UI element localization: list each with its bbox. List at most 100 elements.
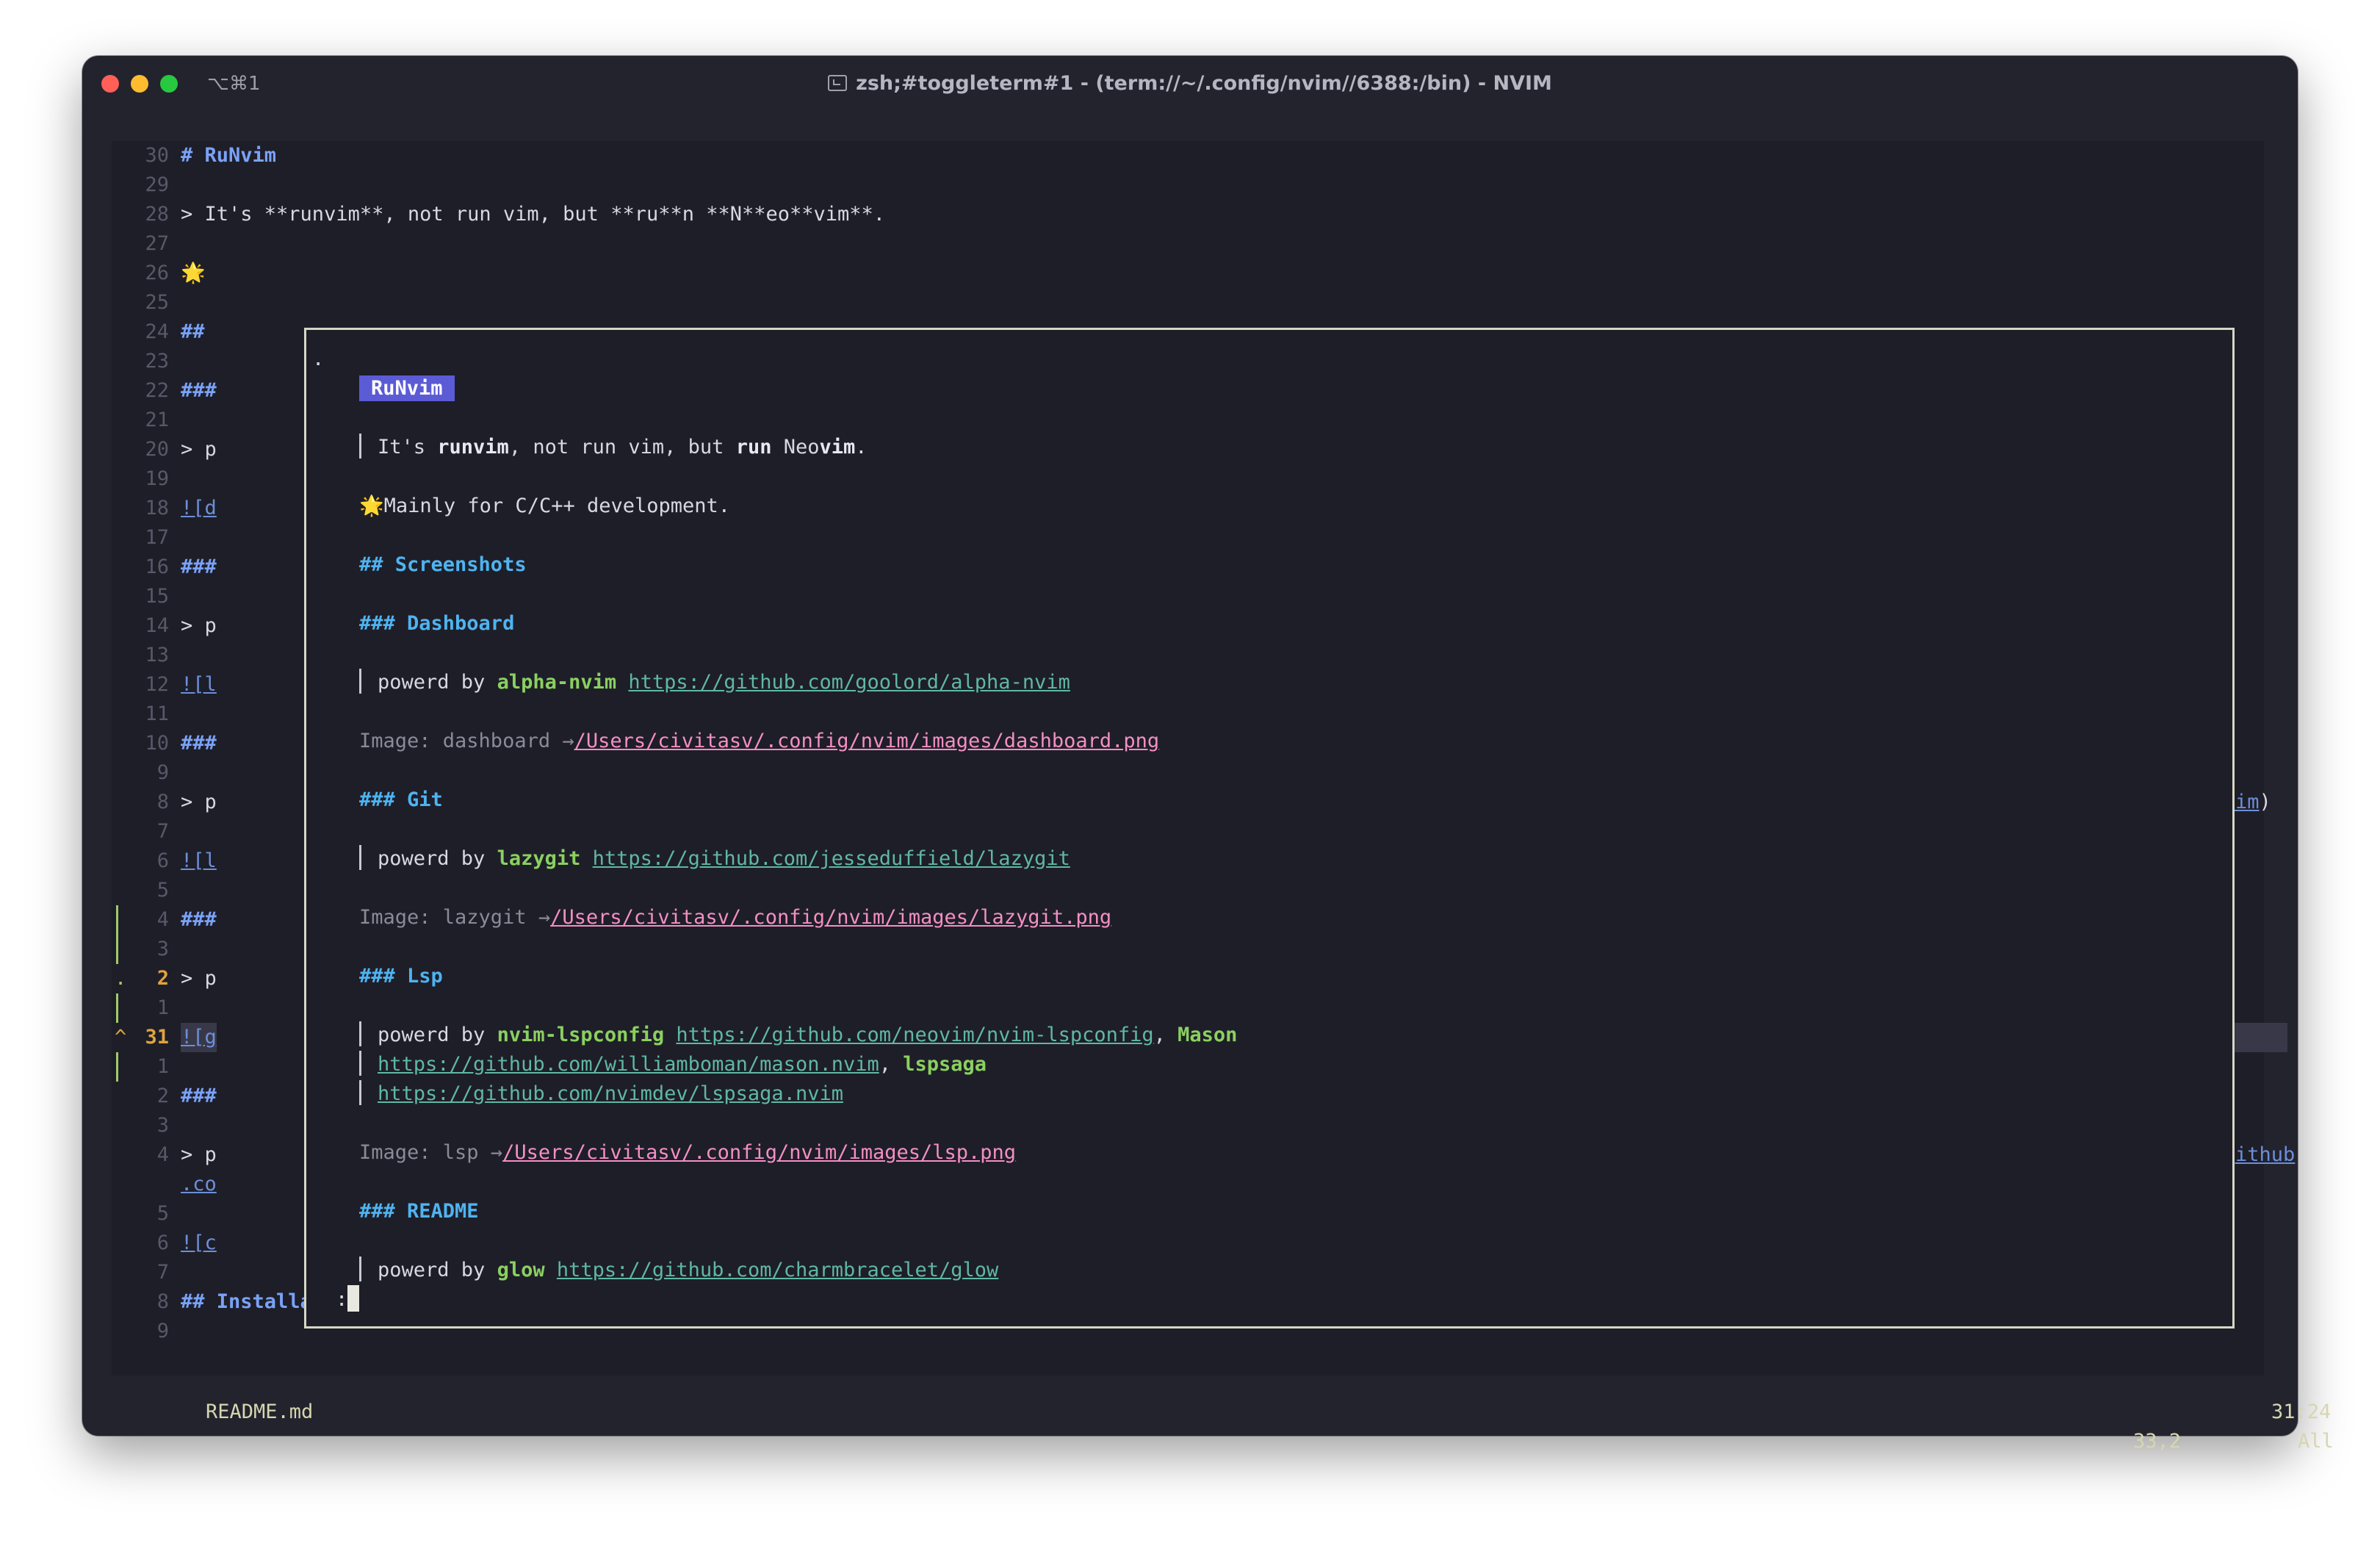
line-number: 9 bbox=[156, 1320, 169, 1342]
quote-segment: runvim bbox=[437, 436, 509, 459]
line-number: 16 bbox=[145, 556, 169, 578]
line-number: 26 bbox=[145, 262, 169, 284]
preview-heading: ## Screenshots bbox=[359, 550, 527, 580]
line-number: 17 bbox=[145, 526, 169, 549]
line-text: ### bbox=[181, 732, 217, 755]
blockquote-bar bbox=[359, 434, 361, 459]
preview-text: , bbox=[1153, 1024, 1178, 1046]
line-text: 🌟 bbox=[181, 262, 206, 284]
preview-text: powerd by bbox=[378, 1259, 497, 1281]
image-label: Image: lazygit → bbox=[359, 906, 551, 929]
preview-dot: . bbox=[312, 348, 325, 370]
line-text: > p bbox=[181, 791, 217, 813]
line-number: 9 bbox=[156, 761, 169, 784]
preview-heading: ### Lsp bbox=[359, 962, 443, 991]
line-number: 13 bbox=[145, 644, 169, 666]
line-number: 5 bbox=[156, 1202, 169, 1225]
preview-tagline: Mainly for C/C++ development. bbox=[383, 495, 731, 517]
line-text: > p bbox=[181, 438, 217, 461]
statusline-filename: README.md bbox=[206, 1401, 314, 1423]
ruler-scroll: All bbox=[2298, 1430, 2334, 1453]
preview-image: Image: dashboard →/Users/civitasv/.confi… bbox=[359, 727, 1159, 756]
ruler-position: 33,2 bbox=[2133, 1430, 2182, 1453]
link-alpha-nvim[interactable]: https://github.com/goolord/alpha-nvim bbox=[628, 671, 1070, 694]
line-number: 7 bbox=[156, 1261, 169, 1284]
quote-segment: , not run vim, but bbox=[508, 436, 736, 459]
line-number: 10 bbox=[145, 732, 169, 755]
git-change-bar bbox=[116, 905, 118, 935]
line-text: > It's **runvim**, not run vim, but **ru… bbox=[181, 200, 885, 229]
nvim-editor-area[interactable]: 30 # RuNvim 29 28 > It's **runvim**, not run… bbox=[82, 56, 2334, 1453]
line-number: 6 bbox=[156, 1232, 169, 1254]
line-number: 22 bbox=[145, 379, 169, 402]
link-lspconfig[interactable]: https://github.com/neovim/nvim-lspconfig bbox=[676, 1024, 1153, 1046]
git-sign-dot: . bbox=[115, 967, 127, 990]
line-number: 20 bbox=[145, 438, 169, 461]
blockquote-bar bbox=[359, 1051, 361, 1076]
preview-quote: powerd by nvim-lspconfig https://github.… bbox=[359, 1021, 1237, 1050]
line-number: 11 bbox=[145, 702, 169, 725]
line-text: ### bbox=[181, 908, 217, 931]
git-sign-current: ^ bbox=[115, 1026, 127, 1049]
line-number: 12 bbox=[145, 673, 169, 696]
preview-quote: powerd by lazygit https://github.com/jes… bbox=[359, 844, 1070, 874]
line-number: 7 bbox=[156, 820, 169, 843]
line-text: ### bbox=[181, 556, 217, 578]
line-number: 5 bbox=[156, 879, 169, 902]
line-number: 19 bbox=[145, 467, 169, 490]
blockquote-bar bbox=[359, 1021, 361, 1046]
link-lspsaga[interactable]: https://github.com/nvimdev/lspsaga.nvim bbox=[378, 1082, 843, 1105]
link-glow[interactable]: https://github.com/charmbracelet/glow bbox=[557, 1259, 998, 1281]
image-path-link[interactable]: /Users/civitasv/.config/nvim/images/lsp.… bbox=[502, 1141, 1016, 1164]
line-number: 3 bbox=[156, 938, 169, 960]
plugin-name: nvim-lspconfig bbox=[497, 1024, 665, 1046]
line-number: 1 bbox=[156, 996, 169, 1019]
plugin-name: lazygit bbox=[497, 847, 581, 870]
preview-text: powerd by bbox=[378, 671, 497, 694]
line-text: > p bbox=[181, 967, 217, 990]
line-number: 25 bbox=[145, 291, 169, 314]
preview-dot-line: . bbox=[312, 345, 324, 374]
plugin-name: Mason bbox=[1178, 1024, 1238, 1046]
line-text: ![c bbox=[181, 1232, 217, 1254]
line-number: 21 bbox=[145, 409, 169, 431]
line-text: ![l bbox=[181, 673, 217, 696]
line-number: 1 bbox=[156, 1055, 169, 1078]
heading-lsp: ### Lsp bbox=[359, 965, 443, 988]
line-text: ![l bbox=[181, 849, 217, 872]
line-text: ![g bbox=[181, 1023, 217, 1052]
line-number: 4 bbox=[156, 908, 169, 931]
markdown-preview-float[interactable]: . RuNvim It's runvim, not run vim, but run… bbox=[304, 328, 2235, 1329]
preview-text bbox=[545, 1259, 557, 1281]
line-number: 28 bbox=[145, 203, 169, 226]
image-path-link[interactable]: /Users/civitasv/.config/nvim/images/lazy… bbox=[550, 906, 1111, 929]
line-text: ### bbox=[181, 1085, 217, 1107]
link-mason[interactable]: https://github.com/williamboman/mason.nv… bbox=[378, 1053, 879, 1076]
quote-segment: It's bbox=[378, 436, 438, 459]
statusline-position: 31:24 bbox=[2271, 1401, 2332, 1423]
preview-quote: powerd by alpha-nvim https://github.com/… bbox=[359, 668, 1070, 697]
preview-quote: powerd by glow https://github.com/charmb… bbox=[359, 1256, 998, 1285]
preview-text: powerd by bbox=[378, 847, 497, 870]
blockquote-bar bbox=[359, 1080, 361, 1105]
pager-prompt-line: : bbox=[336, 1285, 360, 1315]
git-change-bar bbox=[116, 1052, 118, 1082]
plugin-name: lspsaga bbox=[903, 1053, 987, 1076]
quote-segment: Neo bbox=[771, 436, 820, 459]
link-lazygit[interactable]: https://github.com/jesseduffield/lazygit bbox=[593, 847, 1070, 870]
preview-quote: https://github.com/nvimdev/lspsaga.nvim bbox=[359, 1079, 843, 1109]
preview-text: , bbox=[879, 1053, 904, 1076]
line-number: 15 bbox=[145, 585, 169, 608]
preview-quote: It's runvim, not run vim, but run Neovim… bbox=[359, 433, 868, 462]
git-change-bar bbox=[116, 993, 118, 1023]
line-number: 14 bbox=[145, 614, 169, 637]
image-path-link[interactable]: /Users/civitasv/.config/nvim/images/dash… bbox=[574, 730, 1160, 752]
line-number: 2 bbox=[156, 1085, 169, 1107]
preview-heading: ### Dashboard bbox=[359, 609, 514, 639]
line-text: .co bbox=[181, 1173, 217, 1196]
blockquote-bar bbox=[359, 845, 361, 870]
preview-tagline-line: 🌟Mainly for C/C++ development. bbox=[359, 492, 730, 521]
pager-prompt: : bbox=[336, 1288, 348, 1311]
text-cursor bbox=[347, 1285, 360, 1312]
plugin-name: glow bbox=[497, 1259, 545, 1281]
